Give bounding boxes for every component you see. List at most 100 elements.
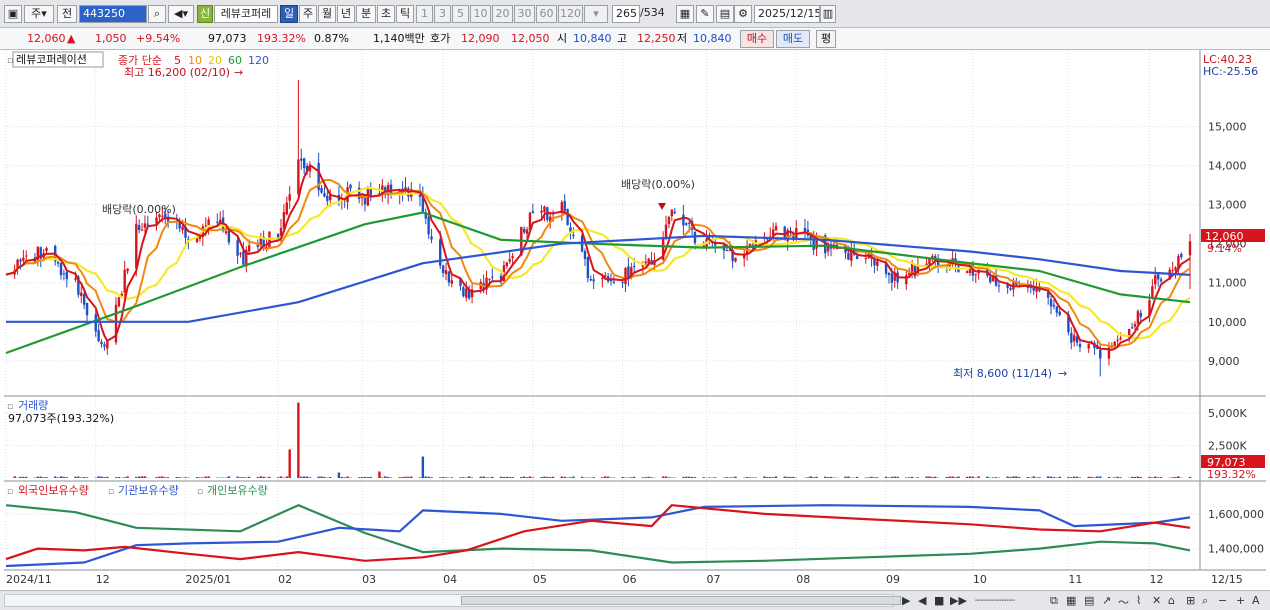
volume-bar <box>259 476 262 478</box>
export-icon[interactable]: ▤ <box>1084 594 1094 607</box>
layout-icon[interactable]: ▣ <box>4 5 22 23</box>
candle-body <box>855 256 859 260</box>
bottom-scrollbar[interactable]: ▶ ◀ ■ ▶▶ ┈┈┈┈┈┈ ⧉ ▦ ▤ ↗ 〜 ⌇ ✕ ⌂ ⊞ ⌕ − + … <box>0 590 1270 610</box>
candle-body <box>876 261 879 267</box>
period-year-tab[interactable]: 년 <box>337 5 355 23</box>
interval-1[interactable]: 1 <box>416 5 433 23</box>
zoom-track-icon[interactable]: ┈┈┈┈┈┈ <box>975 594 1015 607</box>
interval-30[interactable]: 30 <box>514 5 535 23</box>
candle-body <box>989 276 992 283</box>
volume-bar <box>606 476 610 478</box>
volume-bar <box>467 476 471 478</box>
volume-bar <box>126 476 129 478</box>
flat-button[interactable]: 평 <box>816 30 836 48</box>
draw-icon[interactable]: ✎ <box>696 5 714 23</box>
grid-small-icon[interactable]: ⊞ <box>1186 594 1195 607</box>
grid-icon[interactable]: ▦ <box>676 5 694 23</box>
volume-bar <box>522 476 526 478</box>
magnifier-icon[interactable]: ⌕ <box>1202 594 1208 608</box>
line-tool-icon[interactable]: ↗ <box>1102 594 1111 607</box>
volume-bar <box>957 476 960 478</box>
volume-bar <box>1174 477 1177 478</box>
buy-button[interactable]: 매수 <box>740 30 774 48</box>
candle-body <box>462 287 465 297</box>
interval-60[interactable]: 60 <box>536 5 557 23</box>
period-month-tab[interactable]: 월 <box>318 5 336 23</box>
interval-dropdown[interactable]: ▾ <box>584 5 608 23</box>
candle-body <box>563 200 566 212</box>
candle-body <box>302 158 306 169</box>
volume-bar <box>56 477 60 478</box>
zoom-out-icon[interactable]: − <box>1218 594 1227 607</box>
calendar-icon[interactable]: ▥ <box>820 5 836 23</box>
volume-bar <box>381 477 384 478</box>
volume-bar <box>641 477 645 478</box>
volume-bar <box>748 477 752 478</box>
save-icon[interactable]: ▤ <box>716 5 734 23</box>
volume-bar <box>531 477 535 478</box>
interval-10[interactable]: 10 <box>470 5 491 23</box>
period-tick-tab[interactable]: 틱 <box>396 5 414 23</box>
date-input[interactable]: 2025/12/15 <box>754 5 820 23</box>
volume-bar <box>59 476 63 478</box>
volume-bar <box>45 477 48 478</box>
volume-bar <box>302 476 306 478</box>
stock-name-field[interactable]: 레뷰코퍼레 <box>214 5 278 23</box>
interval-3[interactable]: 3 <box>434 5 451 23</box>
sell-button[interactable]: 매도 <box>776 30 810 48</box>
price-change-pct: +9.54% <box>136 32 181 45</box>
search-icon[interactable]: ⌕ <box>148 5 166 23</box>
stop-icon[interactable]: ■ <box>934 594 944 607</box>
scroll-thumb[interactable] <box>461 596 901 605</box>
cross-icon[interactable]: ✕ <box>1152 594 1161 607</box>
interval-5[interactable]: 5 <box>452 5 469 23</box>
candle-body <box>887 272 891 276</box>
volume-bar <box>1148 476 1151 478</box>
period-minute-tab[interactable]: 분 <box>356 5 376 23</box>
candle-body <box>774 225 778 231</box>
volume-bar <box>1009 477 1012 478</box>
candle-body <box>143 223 147 228</box>
gear-icon[interactable]: ⚙ <box>734 5 752 23</box>
volume-bar <box>520 476 523 478</box>
camera-icon[interactable]: ⌂ <box>1168 594 1175 607</box>
bar-count-input[interactable]: 265 <box>612 5 640 23</box>
volume-bar <box>1156 477 1160 478</box>
scroll-left-icon[interactable]: ▶ <box>902 594 910 607</box>
scroll-track[interactable] <box>4 594 901 607</box>
volume-bar <box>424 476 427 478</box>
interval-20[interactable]: 20 <box>492 5 513 23</box>
volume-bar <box>320 476 323 478</box>
high-annotation: 최고 16,200 (02/10) <box>124 66 230 79</box>
volume-bar <box>384 476 387 478</box>
x-tick-label: 2024/11 <box>6 573 52 586</box>
speaker-icon[interactable]: ◀▾ <box>168 5 194 23</box>
volume-bar <box>499 476 503 478</box>
prev-button[interactable]: 전 <box>57 5 77 23</box>
table-icon[interactable]: ▦ <box>1066 594 1076 607</box>
chart-canvas[interactable]: ▫ 레뷰코퍼레이션 종가 단순 5 10 20 60 120 최고 16,200… <box>0 50 1270 590</box>
volume-bar <box>725 477 729 478</box>
period-second-tab[interactable]: 초 <box>377 5 395 23</box>
volume-bar <box>546 476 549 478</box>
stock-code-input[interactable]: 443250 <box>79 5 147 23</box>
volume-ratio: 193.32% <box>257 32 306 45</box>
bar-total: /534 <box>640 6 665 19</box>
zoom-in-icon[interactable]: + <box>1236 594 1245 607</box>
volume-bar <box>1090 476 1093 478</box>
scroll-prev-icon[interactable]: ◀ <box>918 594 926 607</box>
compare-icon[interactable]: ⧉ <box>1050 594 1058 608</box>
text-size-icon[interactable]: A <box>1252 594 1260 607</box>
chart-area[interactable]: ▫ 레뷰코퍼레이션 종가 단순 5 10 20 60 120 최고 16,200… <box>0 50 1270 590</box>
volume-bar <box>297 402 300 478</box>
interval-120[interactable]: 120 <box>558 5 583 23</box>
trend-icon[interactable]: 〜 <box>1118 594 1129 610</box>
fibo-icon[interactable]: ⌇ <box>1136 594 1141 607</box>
period-day-tab[interactable]: 일 <box>280 5 298 23</box>
volume-bar <box>511 477 514 478</box>
volume-bar <box>925 476 928 478</box>
period-week-tab[interactable]: 주 <box>299 5 317 23</box>
market-select[interactable]: 주▾ <box>24 5 54 23</box>
volume-bar <box>343 477 346 478</box>
scroll-end-icon[interactable]: ▶▶ <box>950 594 967 607</box>
